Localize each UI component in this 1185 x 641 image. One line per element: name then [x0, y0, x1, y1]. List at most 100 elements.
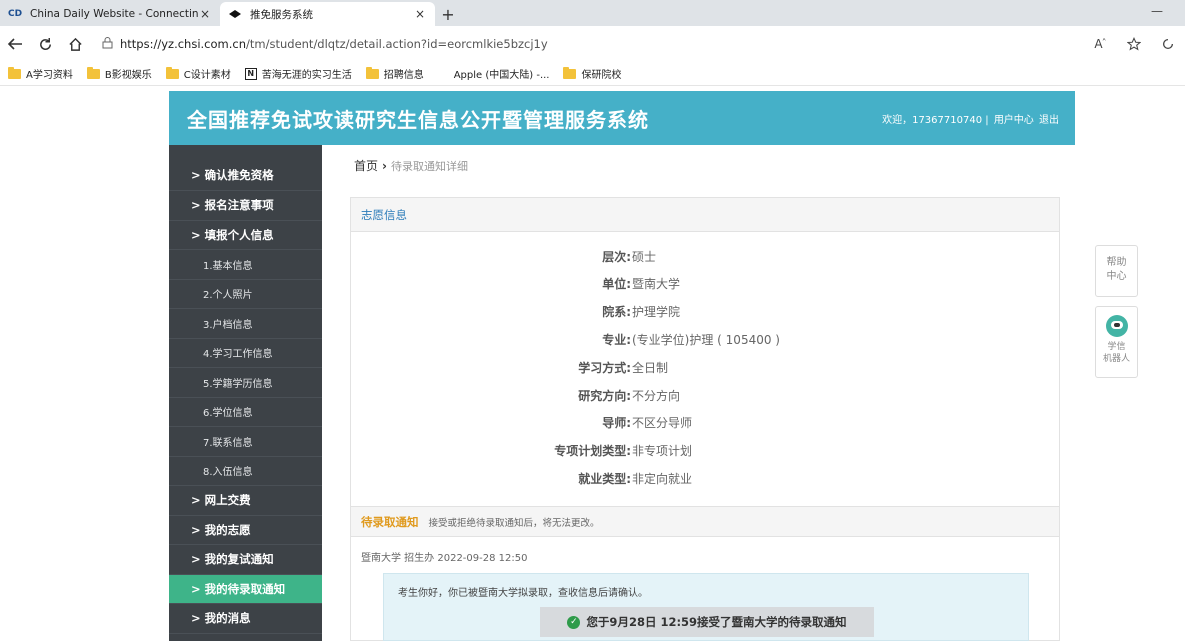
url-path: /tm/student/dlqtz/detail.action?id=eorcm…	[246, 37, 548, 51]
url-host: https://yz.chsi.com.cn	[120, 37, 247, 51]
tab-title: 推免服务系统	[250, 8, 313, 21]
browser-tab-bar: CD China Daily Website - Connectin × 推免服…	[0, 0, 1185, 26]
browser-tab-tuimian[interactable]: 推免服务系统 ×	[220, 2, 435, 26]
notice-meta: 暨南大学 招生办 2022-09-28 12:50	[361, 553, 528, 564]
accepted-status-text: 您于9月28日 12:59接受了暨南大学的待录取通知	[586, 615, 847, 629]
robot-icon	[1105, 315, 1128, 337]
sidebar-item-study-work[interactable]: 4.学习工作信息	[169, 339, 322, 368]
read-aloud-icon: Aᴬ	[1094, 37, 1106, 51]
bookmark-label: Apple (中国大陆) -...	[453, 70, 550, 81]
bookmark-folder[interactable]: C设计素材	[165, 66, 231, 81]
field-label: 研究方向:	[578, 389, 631, 403]
sidebar-item-education[interactable]: 5.学籍学历信息	[169, 368, 322, 398]
field-label: 层次:	[602, 250, 631, 264]
field-label: 就业类型:	[578, 472, 631, 486]
back-arrow-icon	[7, 38, 22, 50]
bookmark-label: B影视娱乐	[104, 70, 152, 81]
field-label: 院系:	[602, 305, 631, 319]
sidebar-item-household-info[interactable]: 3.户档信息	[169, 309, 322, 339]
notice-message: 考生你好，你已被暨南大学拟录取，查收信息后请确认。	[398, 588, 648, 599]
reload-icon	[39, 37, 51, 50]
robot-label-line1: 学信	[1107, 342, 1126, 352]
user-area: 欢迎，17367710740 | 用户中心 退出	[880, 111, 1059, 126]
bookmarks-bar: A学习资料 B影视娱乐 C设计素材 N 苦海无涯的实习生活 招聘信息 Apple …	[0, 62, 1185, 86]
accepted-status-banner: ✓ 您于9月28日 12:59接受了暨南大学的待录取通知	[540, 607, 874, 637]
sidebar-item-retest-notice[interactable]: > 我的复试通知	[169, 545, 322, 575]
url-field[interactable]: https://yz.chsi.com.cn/tm/student/dlqtz/…	[102, 30, 1083, 58]
field-value: 非定向就业	[632, 472, 693, 486]
close-tab-icon[interactable]: ×	[413, 7, 427, 21]
favorites-button[interactable]	[1117, 29, 1151, 59]
bookmark-label: 苦海无涯的实习生活	[261, 70, 352, 81]
sidebar-item-personal-info[interactable]: > 填报个人信息	[169, 221, 322, 250]
help-label-line1: 帮助	[1106, 257, 1127, 268]
field-value: 暨南大学	[632, 277, 681, 291]
field-major: 专业: (专业学位)护理 ( 105400 )	[351, 331, 1061, 349]
bookmark-label: A学习资料	[26, 70, 73, 81]
breadcrumb: 首页 › 待录取通知详细	[354, 157, 468, 174]
field-label: 专业:	[602, 333, 631, 347]
admission-notice-panel: 待录取通知 接受或拒绝待录取通知后，将无法更改。 暨南大学 招生办 2022-0…	[350, 507, 1060, 641]
user-center-link[interactable]: 用户中心	[994, 115, 1034, 126]
field-label: 单位:	[602, 277, 631, 291]
field-department: 院系: 护理学院	[351, 303, 1061, 321]
field-employment-type: 就业类型: 非定向就业	[351, 470, 1061, 488]
folder-icon	[563, 66, 577, 79]
application-info-panel: 志愿信息 层次: 硕士 单位: 暨南大学 院系: 护理学院 专业: (专业学位)护理 (…	[350, 197, 1060, 507]
sidebar-item-degree[interactable]: 6.学位信息	[169, 398, 322, 427]
chat-robot-button[interactable]: 学信 机器人	[1095, 306, 1138, 378]
minimize-window-button[interactable]: —	[1151, 4, 1163, 18]
bookmark-folder[interactable]: A学习资料	[8, 66, 73, 81]
folder-icon	[165, 66, 179, 79]
sidebar-item-military[interactable]: 8.入伍信息	[169, 457, 322, 486]
sidebar-item-confirm-eligibility[interactable]: > 确认推免资格	[169, 145, 322, 191]
sidebar-item-photo[interactable]: 2.个人照片	[169, 280, 322, 309]
help-center-button[interactable]: 帮助 中心	[1095, 245, 1138, 297]
extensions-button[interactable]	[1151, 29, 1185, 59]
notice-title: 待录取通知	[361, 514, 419, 529]
notion-icon: N	[244, 67, 257, 80]
close-tab-icon[interactable]: ×	[198, 7, 212, 21]
browser-tab-chinadaily[interactable]: CD China Daily Website - Connectin ×	[0, 2, 220, 26]
bookmark-folder[interactable]: 保研院校	[563, 66, 621, 81]
reload-button[interactable]	[30, 29, 60, 59]
breadcrumb-home-link[interactable]: 首页	[354, 159, 378, 173]
sidebar-item-messages[interactable]: > 我的消息	[169, 604, 322, 634]
help-label-line2: 中心	[1106, 271, 1127, 282]
read-aloud-button[interactable]: Aᴬ	[1083, 29, 1117, 59]
logout-link[interactable]: 退出	[1039, 115, 1059, 126]
field-value: (专业学位)护理 ( 105400 )	[632, 333, 780, 347]
sidebar-item-registration-notes[interactable]: > 报名注意事项	[169, 191, 322, 221]
bookmark-link[interactable]: Apple (中国大陆) -...	[438, 66, 550, 81]
refresh-circle-icon	[1162, 38, 1174, 50]
sidebar-item-contact[interactable]: 7.联系信息	[169, 427, 322, 457]
folder-icon	[365, 66, 379, 79]
field-study-mode: 学习方式: 全日制	[351, 359, 1061, 377]
sidebar-item-basic-info[interactable]: 1.基本信息	[169, 250, 322, 280]
bookmark-label: 保研院校	[581, 70, 622, 81]
sidebar-item-payment[interactable]: > 网上交费	[169, 486, 322, 516]
field-level: 层次: 硕士	[351, 248, 1061, 266]
folder-icon	[86, 66, 100, 79]
home-icon	[68, 37, 82, 51]
chsi-favicon-icon	[228, 8, 242, 20]
field-supervisor: 导师: 不区分导师	[351, 414, 1061, 432]
site-title: 全国推荐免试攻读研究生信息公开暨管理服务系统	[187, 107, 649, 132]
page-info-icon[interactable]	[102, 36, 120, 52]
field-value: 非专项计划	[632, 444, 693, 458]
sidebar-item-admission-notice[interactable]: > 我的待录取通知	[169, 574, 322, 604]
breadcrumb-current: 待录取通知详细	[390, 160, 468, 173]
star-icon	[1127, 37, 1141, 51]
bookmark-link[interactable]: N 苦海无涯的实习生活	[244, 66, 352, 81]
panel-title: 志愿信息	[351, 198, 1059, 232]
sidebar-nav: > 确认推免资格 > 报名注意事项 > 填报个人信息 1.基本信息 2.个人照片…	[169, 145, 322, 641]
home-button[interactable]	[60, 29, 90, 59]
field-value: 不区分导师	[632, 416, 693, 430]
back-button[interactable]	[0, 29, 30, 59]
new-tab-button[interactable]: +	[435, 2, 461, 26]
field-research-direction: 研究方向: 不分方向	[351, 387, 1061, 405]
site-header: 全国推荐免试攻读研究生信息公开暨管理服务系统 欢迎，17367710740 | …	[169, 91, 1075, 145]
bookmark-folder[interactable]: B影视娱乐	[86, 66, 152, 81]
sidebar-item-my-applications[interactable]: > 我的志愿	[169, 516, 322, 545]
bookmark-folder[interactable]: 招聘信息	[365, 66, 424, 81]
